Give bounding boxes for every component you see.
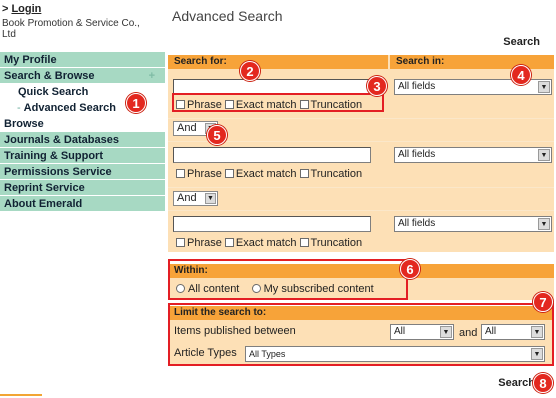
search-in-select-3[interactable]: All fields ▼ xyxy=(394,216,552,232)
dropdown-arrow-icon: ▼ xyxy=(205,193,216,204)
organization-name: Book Promotion & Service Co., Ltd xyxy=(2,18,140,40)
sidebar-item-my-profile[interactable]: My Profile xyxy=(0,52,165,68)
login-line: > Login xyxy=(2,3,41,15)
annotation-box-limit xyxy=(168,303,554,366)
dash-icon: - xyxy=(17,102,21,114)
search-button-top[interactable]: Search xyxy=(503,36,540,48)
annotation-badge-3: 3 xyxy=(367,76,387,96)
login-link[interactable]: Login xyxy=(11,3,41,15)
row-divider xyxy=(168,210,554,211)
search-panel: Search for: Search in: All fields ▼ Phras… xyxy=(168,55,554,252)
page-title: Advanced Search xyxy=(172,8,283,24)
row-divider xyxy=(168,118,554,119)
sidebar-item-journals-databases[interactable]: Journals & Databases xyxy=(0,132,165,148)
exact-match-checkbox-3[interactable] xyxy=(224,238,234,247)
annotation-badge-2: 2 xyxy=(240,61,260,81)
search-term-input-3[interactable] xyxy=(173,216,371,232)
search-options-3: Phrase Exact match Truncation xyxy=(176,237,362,249)
annotation-badge-8: 8 xyxy=(533,373,553,393)
sidebar-item-about-emerald[interactable]: About Emerald xyxy=(0,196,165,212)
sidebar-item-permissions-service[interactable]: Permissions Service xyxy=(0,164,165,180)
sidebar-item-reprint-service[interactable]: Reprint Service xyxy=(0,180,165,196)
search-term-input-2[interactable] xyxy=(173,147,371,163)
search-button-bottom[interactable]: Search xyxy=(498,377,535,389)
boolean-operator-select-2[interactable]: And ▼ xyxy=(173,191,218,206)
exact-match-checkbox-2[interactable] xyxy=(224,169,234,178)
search-in-select-2[interactable]: All fields ▼ xyxy=(394,147,552,163)
annotation-box-within xyxy=(168,259,408,300)
login-prefix: > xyxy=(2,3,9,15)
truncation-checkbox-3[interactable] xyxy=(299,238,309,247)
annotation-badge-6: 6 xyxy=(400,259,420,279)
sidebar-item-training-support[interactable]: Training & Support xyxy=(0,148,165,164)
annotation-badge-7: 7 xyxy=(533,292,553,312)
phrase-checkbox-2[interactable] xyxy=(176,169,185,178)
dropdown-arrow-icon: ▼ xyxy=(538,81,550,93)
row-divider xyxy=(168,187,554,188)
search-for-header: Search for: xyxy=(168,55,388,69)
row-divider xyxy=(168,141,554,142)
sidebar-item-search-browse[interactable]: Search & Browse + xyxy=(0,68,165,84)
truncation-checkbox-2[interactable] xyxy=(299,169,309,178)
footer-divider xyxy=(0,394,42,396)
expand-icon: + xyxy=(148,70,155,82)
phrase-checkbox-3[interactable] xyxy=(176,238,185,247)
sidebar-nav: My Profile Search & Browse + Quick Search… xyxy=(0,52,165,212)
sidebar-item-browse[interactable]: Browse xyxy=(0,116,165,132)
annotation-badge-1: 1 xyxy=(126,93,146,113)
annotation-badge-5: 5 xyxy=(207,125,227,145)
dropdown-arrow-icon: ▼ xyxy=(538,149,550,161)
dropdown-arrow-icon: ▼ xyxy=(538,218,550,230)
annotation-badge-4: 4 xyxy=(511,65,531,85)
search-in-header: Search in: xyxy=(390,55,554,69)
annotation-box-search-options xyxy=(172,93,384,112)
search-options-2: Phrase Exact match Truncation xyxy=(176,168,362,180)
